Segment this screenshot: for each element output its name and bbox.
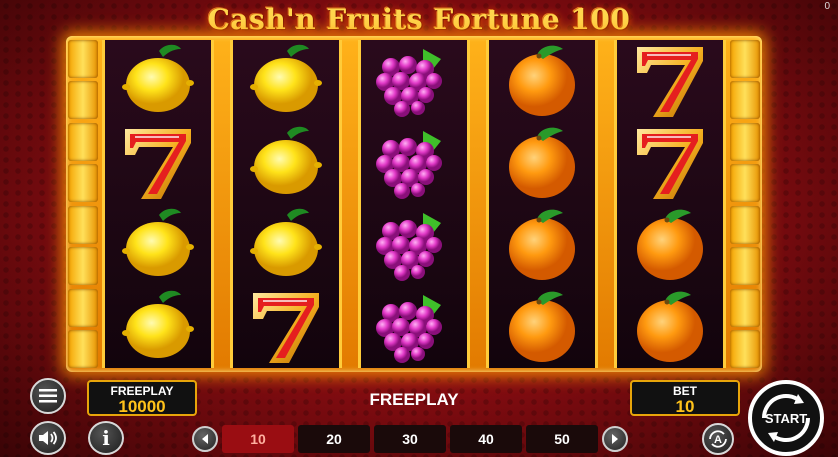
right-payline-markers: [730, 40, 760, 368]
game-title: Cash'n Fruits Fortune 100: [207, 3, 631, 36]
lemon-icon: [115, 43, 201, 119]
reel-4: [486, 40, 598, 368]
start-button[interactable]: START: [748, 380, 824, 456]
orange-icon: [499, 207, 585, 283]
chevron-left-icon: [202, 434, 208, 444]
orange-icon: [627, 289, 713, 365]
info-icon[interactable]: i: [88, 421, 124, 455]
lemon-icon: [115, 207, 201, 283]
reel-frame: [66, 36, 762, 372]
lines-next-button[interactable]: [602, 426, 628, 452]
balance-value: 10000: [118, 397, 166, 416]
lines-option-2[interactable]: 20: [298, 425, 370, 453]
grapes-icon: [371, 43, 457, 119]
autoplay-icon[interactable]: A: [702, 423, 734, 455]
orange-icon: [499, 125, 585, 201]
lines-selector: 10 20 30 40 50: [192, 424, 660, 454]
svg-text:A: A: [714, 434, 722, 446]
orange-icon: [627, 207, 713, 283]
grapes-icon: [371, 125, 457, 201]
lines-option-1[interactable]: 10: [222, 425, 294, 453]
orange-icon: [499, 43, 585, 119]
lines-option-5[interactable]: 50: [526, 425, 598, 453]
bet-label: BET: [673, 384, 697, 398]
lemon-icon: [243, 207, 329, 283]
grapes-icon: [371, 207, 457, 283]
lines-prev-button[interactable]: [192, 426, 218, 452]
lemon-icon: [115, 289, 201, 365]
hamburger-menu-icon[interactable]: [30, 378, 66, 414]
balance-label: FREEPLAY: [110, 384, 174, 398]
left-payline-markers: [68, 40, 98, 368]
reel-1: [102, 40, 214, 368]
reel-5: [614, 40, 726, 368]
lemon-icon: [243, 125, 329, 201]
lemon-icon: [243, 43, 329, 119]
status-message: FREEPLAY: [369, 390, 459, 409]
lines-option-4[interactable]: 40: [450, 425, 522, 453]
grapes-icon: [371, 289, 457, 365]
seven-icon: [243, 289, 329, 365]
start-label: START: [764, 410, 808, 426]
corner-counter: 0: [824, 1, 830, 12]
balance-panel: FREEPLAY 10000: [87, 380, 197, 416]
lines-option-3[interactable]: 30: [374, 425, 446, 453]
chevron-right-icon: [612, 434, 618, 444]
seven-icon: [627, 125, 713, 201]
reel-3: [358, 40, 470, 368]
bet-value: 10: [675, 397, 695, 416]
bet-panel[interactable]: BET 10: [630, 380, 740, 416]
speaker-icon[interactable]: [30, 421, 66, 455]
orange-icon: [499, 289, 585, 365]
seven-icon: [627, 43, 713, 119]
seven-icon: [115, 125, 201, 201]
reel-2: [230, 40, 342, 368]
